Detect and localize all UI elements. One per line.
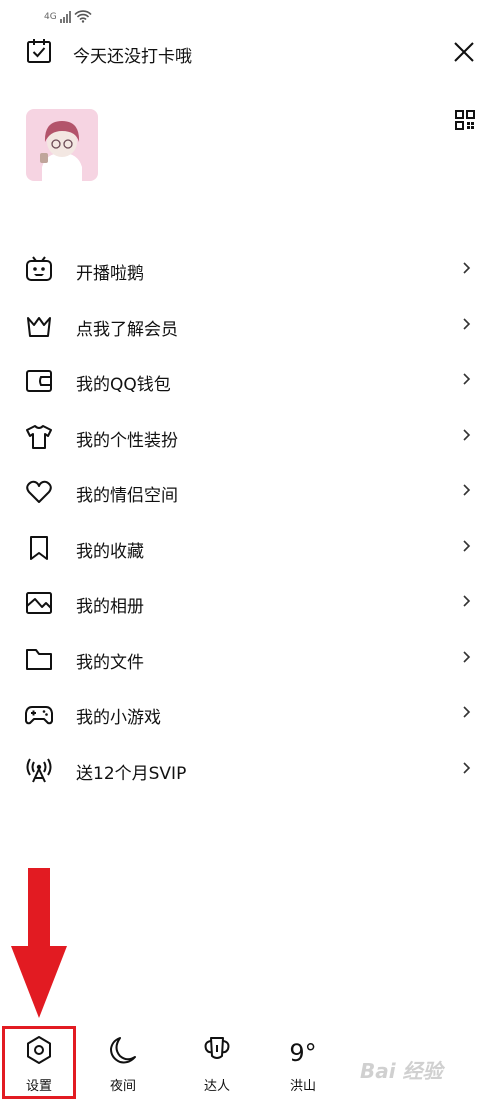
menu-label: 我的收藏 — [76, 541, 144, 562]
heart-icon — [26, 480, 52, 503]
crown-icon — [27, 316, 51, 337]
antenna-icon — [26, 757, 52, 782]
weather-widget[interactable]: 9° 洪山 — [268, 1026, 338, 1102]
header: 今天还没打卡哦 — [0, 34, 500, 72]
menu-label: 点我了解会员 — [76, 319, 178, 340]
chevron-right-icon — [463, 373, 471, 385]
chevron-right-icon — [463, 539, 471, 552]
menu-label: 我的情侣空间 — [76, 486, 178, 506]
chevron-right-icon — [463, 650, 471, 663]
chevron-right-icon — [463, 428, 471, 441]
close-icon[interactable] — [452, 40, 476, 64]
menu-label: 送12个月SVIP — [76, 763, 187, 784]
signal-icon — [59, 10, 71, 23]
menu-list: 开播啦鹅 点我了解会员 我的QQ钱包 我的个性装扮 我的情侣空间 我的收藏 我的… — [0, 242, 500, 797]
menu-label: 我的相册 — [76, 597, 144, 617]
moon-icon — [110, 1037, 136, 1064]
folder-icon — [26, 648, 52, 670]
watermark: Bai 经验 — [360, 1059, 443, 1083]
menu-label: 我的QQ钱包 — [76, 375, 171, 395]
menu-label: 我的小游戏 — [76, 708, 161, 728]
tshirt-icon — [26, 424, 52, 449]
menu-item-couple-space[interactable]: 我的情侣空间 — [0, 464, 500, 520]
calendar-check-icon[interactable] — [26, 38, 52, 64]
gamepad-icon — [25, 706, 53, 725]
weather-city: 洪山 — [289, 1079, 316, 1094]
expert-label: 达人 — [203, 1079, 230, 1094]
menu-label: 我的文件 — [76, 652, 144, 673]
bookmark-icon — [30, 535, 48, 560]
chevron-right-icon — [463, 262, 471, 274]
chevron-right-icon — [463, 706, 471, 718]
red-arrow-annotation — [11, 868, 67, 1018]
expert-button[interactable]: 达人 — [182, 1026, 252, 1102]
album-icon — [26, 592, 52, 614]
menu-item-live[interactable]: 开播啦鹅 — [0, 242, 500, 298]
menu-item-favorites[interactable]: 我的收藏 — [0, 520, 500, 576]
weather-temperature: 9° — [289, 1039, 317, 1067]
trophy-icon — [204, 1037, 230, 1059]
menu-item-album[interactable]: 我的相册 — [0, 575, 500, 631]
status-bar: 4G — [44, 10, 92, 23]
chevron-right-icon — [463, 761, 471, 774]
menu-item-mini-games[interactable]: 我的小游戏 — [0, 686, 500, 742]
menu-item-wallet[interactable]: 我的QQ钱包 — [0, 353, 500, 409]
wallet-icon — [26, 370, 52, 392]
night-mode-button[interactable]: 夜间 — [88, 1026, 158, 1102]
checkin-status[interactable]: 今天还没打卡哦 — [73, 42, 192, 67]
menu-label: 我的个性装扮 — [76, 430, 178, 451]
wifi-icon — [74, 10, 92, 23]
menu-item-svip-gift[interactable]: 送12个月SVIP — [0, 742, 500, 798]
chevron-right-icon — [463, 484, 471, 496]
menu-item-files[interactable]: 我的文件 — [0, 631, 500, 687]
settings-highlight-box — [2, 1026, 76, 1099]
menu-item-vip[interactable]: 点我了解会员 — [0, 298, 500, 354]
network-type: 4G — [44, 11, 57, 22]
chevron-right-icon — [463, 595, 471, 607]
menu-label: 开播啦鹅 — [76, 264, 144, 284]
night-mode-label: 夜间 — [109, 1079, 136, 1094]
tv-icon — [26, 256, 52, 281]
menu-item-decoration[interactable]: 我的个性装扮 — [0, 409, 500, 465]
qr-code-icon[interactable] — [455, 110, 475, 130]
chevron-right-icon — [463, 317, 471, 330]
avatar[interactable] — [26, 109, 98, 181]
